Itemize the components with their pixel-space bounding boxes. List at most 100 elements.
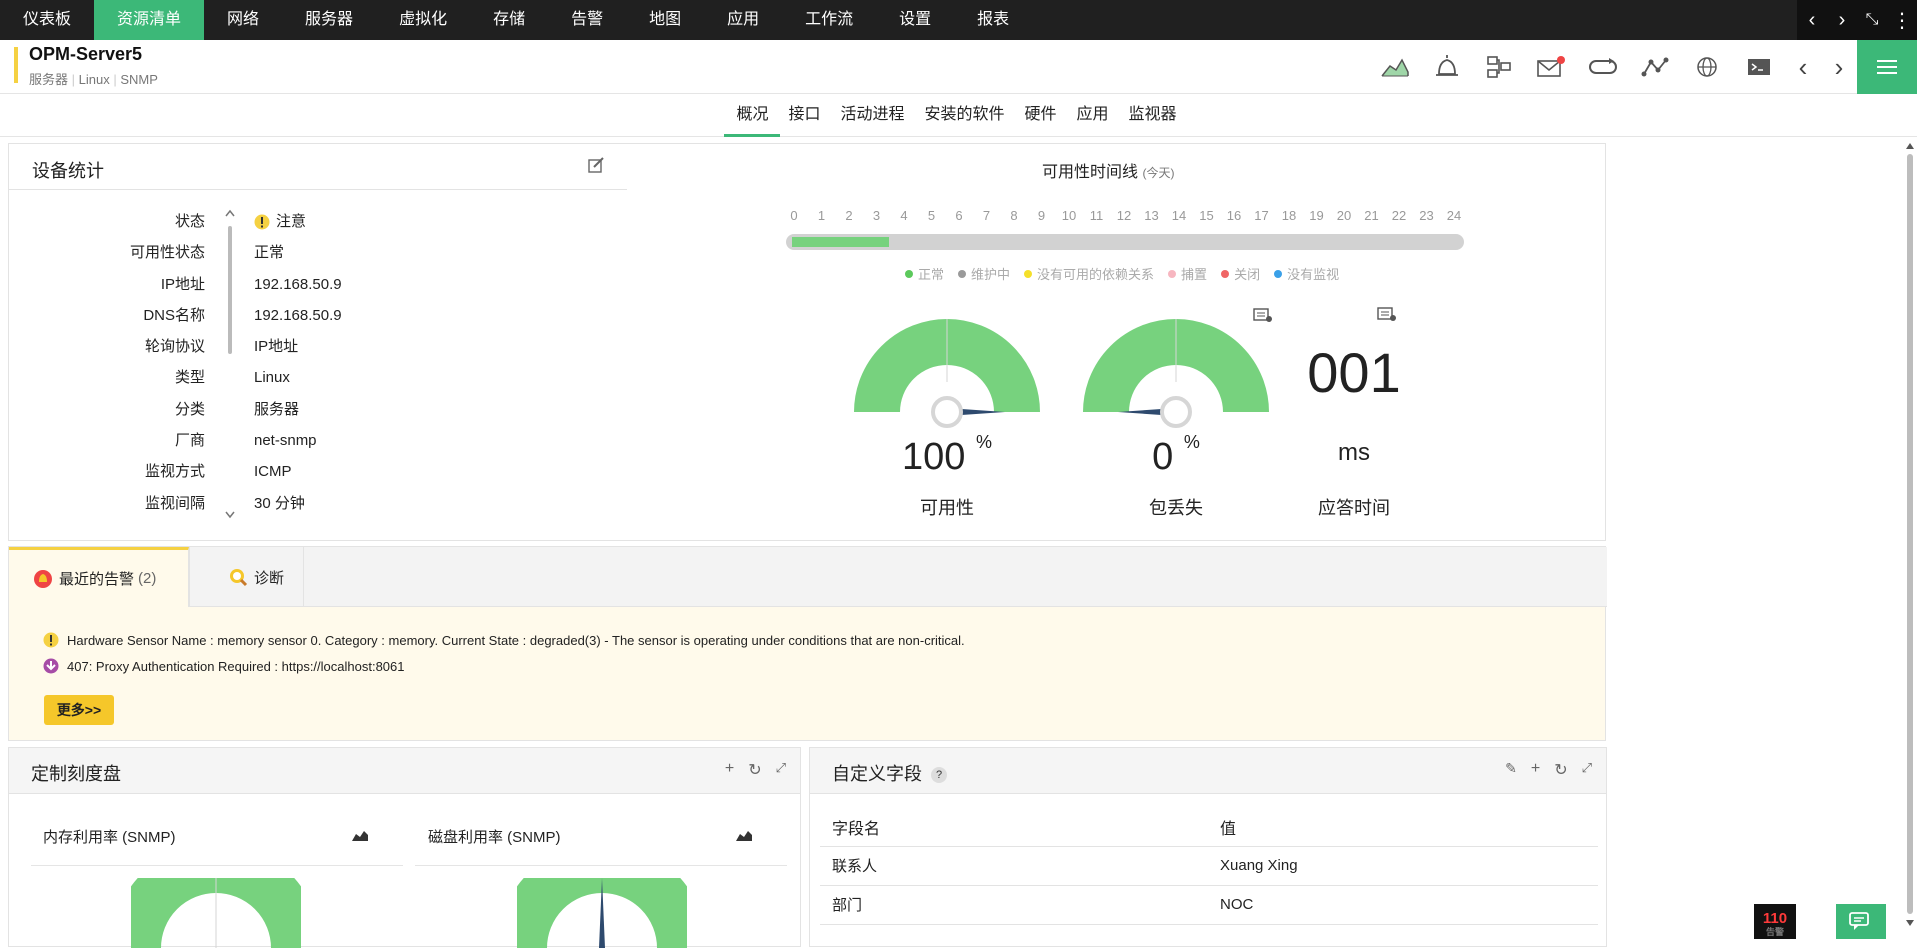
tab-item[interactable]: 硬件 [1013, 95, 1069, 137]
alarm-count-badge[interactable]: 110 告警 [1754, 904, 1796, 939]
scroll-left-icon[interactable]: ‹ [1797, 9, 1827, 32]
legend-item: 正常 [905, 264, 944, 283]
hour-label: 0 [790, 208, 798, 223]
previous-device-icon[interactable]: ‹ [1785, 40, 1821, 94]
nav-item[interactable]: 虚拟化 [376, 0, 470, 40]
property-label: DNS名称 [143, 306, 205, 324]
nav-item[interactable]: 仪表板 [0, 0, 94, 40]
breadcrumb-separator: | [71, 72, 79, 87]
refresh-icon[interactable]: ↻ [1554, 760, 1567, 780]
property-label: 厂商 [174, 432, 205, 450]
topology-icon[interactable] [1473, 40, 1525, 94]
chart-icon[interactable] [351, 828, 369, 847]
edit-icon[interactable]: ✎ [1505, 760, 1517, 780]
legend-item: 没有可用的依赖关系 [1024, 264, 1154, 283]
diagnostics-label: 诊断 [254, 569, 285, 587]
nav-item[interactable]: 存储 [470, 0, 548, 40]
property-label: 轮询协议 [144, 338, 205, 356]
property-values: 注意 正常 192.168.50.9 192.168.50.9 IP地址 Linux 服务器… [254, 206, 342, 519]
more-options-icon[interactable]: ⋮ [1887, 8, 1917, 33]
breadcrumb-item[interactable]: 服务器 [29, 72, 68, 87]
graph-report-icon[interactable] [1376, 306, 1398, 327]
alert-item[interactable]: 407: Proxy Authentication Required : htt… [43, 658, 405, 674]
hour-label: 22 [1391, 208, 1407, 223]
add-icon[interactable]: + [725, 760, 734, 780]
terminal-icon[interactable] [1733, 40, 1785, 94]
page-scrollbar[interactable] [1903, 140, 1917, 930]
hour-label: 4 [900, 208, 908, 223]
expand-icon[interactable]: ⤢ [776, 760, 786, 780]
nav-item[interactable]: 服务器 [282, 0, 376, 40]
property-value-row: 192.168.50.9 [254, 300, 342, 331]
tab-item[interactable]: 安装的软件 [912, 95, 1016, 137]
tab-item[interactable]: 活动进程 [828, 95, 916, 137]
tab-divider [189, 547, 190, 607]
globe-icon[interactable] [1681, 40, 1733, 94]
sync-icon[interactable] [1577, 40, 1629, 94]
property-value-row: 正常 [254, 237, 342, 268]
hour-label: 8 [1010, 208, 1018, 223]
column-header-field-name: 字段名 [820, 808, 1208, 847]
hour-label: 17 [1254, 208, 1269, 223]
table-row[interactable]: 部门 NOC [820, 885, 1598, 925]
nav-item[interactable]: 应用 [704, 0, 782, 40]
alert-item[interactable]: Hardware Sensor Name : memory sensor 0. … [43, 632, 965, 648]
breadcrumb-item[interactable]: SNMP [120, 72, 158, 87]
hour-label: 19 [1309, 208, 1324, 223]
property-value: net-snmp [254, 432, 317, 450]
nav-item[interactable]: 资源清单 [94, 0, 205, 40]
tab-item[interactable]: 概况 [724, 95, 781, 137]
response-time-unit: ms [1338, 439, 1370, 466]
legend-label: 维护中 [971, 267, 1011, 282]
property-label: IP地址 [160, 275, 205, 293]
graph-report-icon[interactable] [1252, 307, 1274, 328]
alert-text: Hardware Sensor Name : memory sensor 0. … [67, 632, 965, 648]
expand-icon[interactable]: ⤢ [1582, 760, 1592, 780]
availability-timeline-bar[interactable] [786, 234, 1464, 250]
breadcrumb-item[interactable]: Linux [79, 72, 110, 87]
edit-icon[interactable] [587, 156, 605, 179]
memory-utilization-title: 内存利用率 (SNMP) [43, 829, 176, 846]
add-icon[interactable]: + [1531, 760, 1540, 780]
nav-item[interactable]: 网络 [204, 0, 282, 40]
nav-item[interactable]: 地图 [626, 0, 704, 40]
tab-item[interactable]: 接口 [776, 95, 832, 137]
custom-dial-title: 定制刻度盘 [31, 764, 121, 784]
nav-item[interactable]: 报表 [954, 0, 1032, 40]
mail-icon[interactable] [1525, 40, 1577, 94]
custom-fields-table: 字段名 值 联系人 Xuang Xing 部门 NOC [820, 808, 1598, 925]
collapse-icon[interactable]: ⤡ [1857, 11, 1887, 29]
path-icon[interactable] [1629, 40, 1681, 94]
properties-scrollbar[interactable] [223, 206, 237, 524]
hamburger-menu-icon[interactable] [1857, 40, 1917, 94]
tab-item[interactable]: 应用 [1065, 95, 1121, 137]
table-row[interactable]: 联系人 Xuang Xing [820, 846, 1598, 886]
tab-item[interactable]: 监视器 [1117, 95, 1189, 137]
tab-diagnostics[interactable]: 诊断 [204, 547, 308, 607]
property-value-row: net-snmp [254, 425, 342, 456]
packet-loss-unit: % [1183, 432, 1200, 452]
divider [31, 865, 403, 866]
nav-item[interactable]: 设置 [876, 0, 954, 40]
field-name: 部门 [820, 885, 1208, 925]
help-icon[interactable]: ? [931, 767, 948, 784]
graph-icon[interactable] [1369, 40, 1421, 94]
more-alerts-button[interactable]: 更多>> [44, 695, 114, 725]
alarm-icon[interactable] [1421, 40, 1473, 94]
chat-icon[interactable] [1836, 904, 1886, 939]
tab-recent-alerts[interactable]: 最近的告警 (2) [9, 547, 189, 607]
nav-item[interactable]: 工作流 [782, 0, 876, 40]
refresh-icon[interactable]: ↻ [748, 760, 761, 780]
device-tabs: 概况 接口 活动进程 安装的软件 硬件 应用 监视器 [0, 95, 1917, 137]
custom-fields-title-text: 自定义字段 [832, 764, 922, 784]
nav-item[interactable]: 告警 [548, 0, 626, 40]
chart-icon[interactable] [735, 828, 753, 847]
property-labels: 状态 可用性状态 IP地址 DNS名称 轮询协议 类型 分类 厂商 监视方式 监视间隔 [9, 206, 229, 519]
legend-label: 没有可用的依赖关系 [1037, 267, 1155, 282]
timeline-up-segment [792, 237, 890, 247]
scroll-right-icon[interactable]: › [1827, 9, 1857, 32]
property-value: 服务器 [254, 400, 300, 418]
next-device-icon[interactable]: › [1821, 40, 1857, 94]
device-stats-panel: 设备统计 状态 可用性状态 IP地址 DNS名称 轮询协议 类型 分类 厂商 监视方式 监视间隔 … [8, 143, 1606, 541]
hour-label: 15 [1199, 208, 1214, 223]
